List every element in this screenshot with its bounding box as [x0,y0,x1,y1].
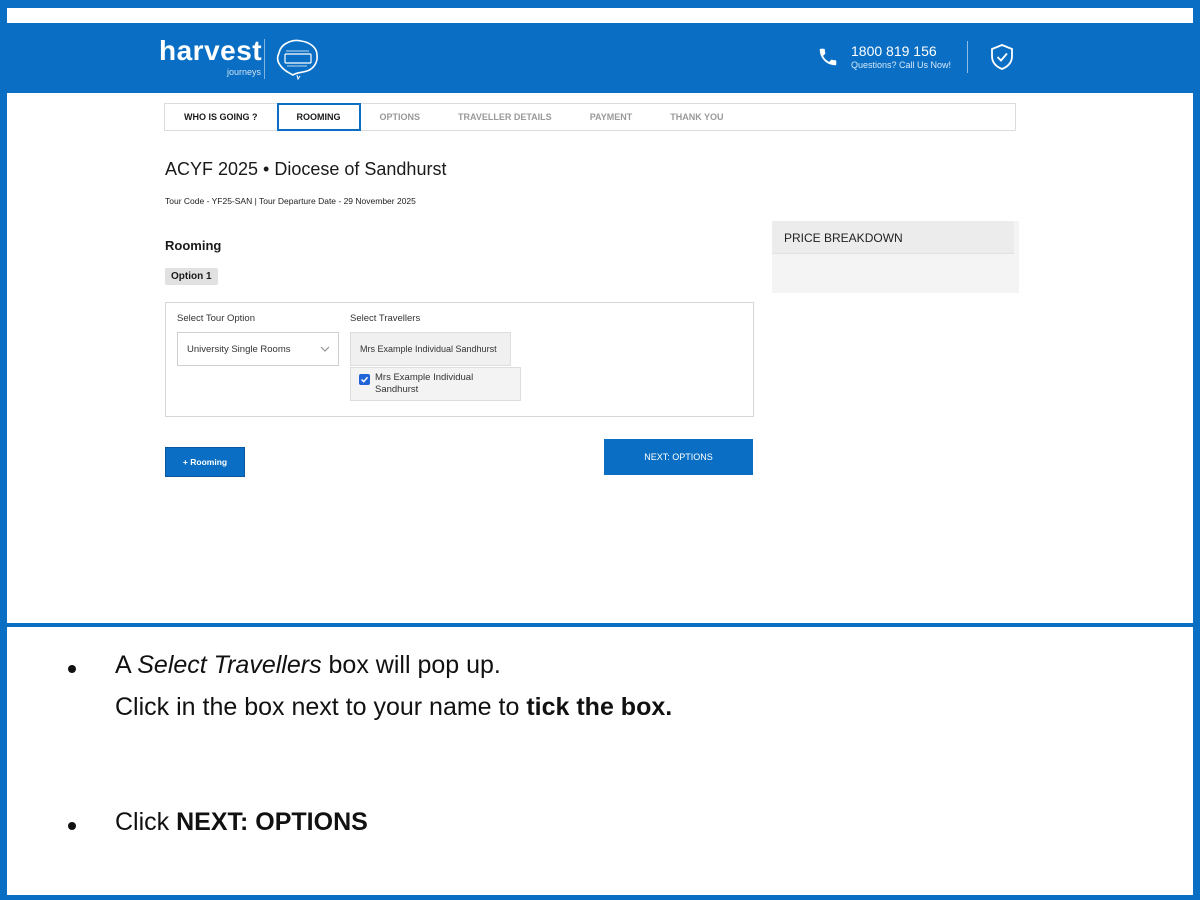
instruction-line-3: Click NEXT: OPTIONS [115,808,368,837]
traveller-option-name[interactable]: Mrs Example Individual Sandhurst [375,372,505,396]
option-badge: Option 1 [165,268,218,285]
logo-subtext: journeys [227,67,262,77]
step-payment[interactable]: PAYMENT [571,104,652,130]
bullet-2 [68,822,76,830]
instruction-line-1: A Select Travellers box will pop up. [115,651,501,680]
instruction-1a: A [115,651,138,679]
step-who-is-going[interactable]: WHO IS GOING ? [165,104,277,130]
phone-contact[interactable]: 1800 819 156 Questions? Call Us Now! [817,43,951,71]
step-rooming[interactable]: ROOMING [276,103,361,131]
traveller-checkbox[interactable] [359,374,370,385]
travellers-select[interactable]: Mrs Example Individual Sandhurst [350,332,511,366]
chevron-down-icon [320,346,330,352]
rooming-heading: Rooming [165,238,222,253]
phone-icon [819,48,837,66]
instruction-1-em: Select Travellers [137,651,322,679]
tour-option-label: Select Tour Option [177,313,255,324]
step-thank-you[interactable]: THANK YOU [651,104,742,130]
travellers-label: Select Travellers [350,313,421,324]
rooming-option-panel: Select Tour Option University Single Roo… [165,302,754,417]
frame-top-border [0,0,1200,8]
frame-bottom-border [0,895,1200,900]
booking-steps: WHO IS GOING ? ROOMING OPTIONS TRAVELLER… [164,103,1016,131]
price-breakdown-header: PRICE BREAKDOWN [772,221,1014,254]
tour-meta: Tour Code - YF25-SAN | Tour Departure Da… [165,196,416,206]
tour-option-value: University Single Rooms [187,344,291,355]
instruction-3a: Click [115,808,177,836]
price-breakdown-panel: PRICE BREAKDOWN [772,221,1019,293]
price-breakdown-title: PRICE BREAKDOWN [784,231,903,245]
phone-number: 1800 819 156 [851,43,937,59]
tour-title: ACYF 2025 • Diocese of Sandhurst [165,159,447,179]
header-divider [967,41,968,73]
site-header: harvest journeys 1800 819 156 Questions?… [7,23,1193,93]
checkmark-icon [360,376,369,383]
logo-divider [264,39,265,79]
step-options[interactable]: OPTIONS [361,104,440,130]
bullet-1 [68,665,76,673]
instruction-3-strong: NEXT: OPTIONS [176,808,368,836]
travellers-value: Mrs Example Individual Sandhurst [360,344,497,354]
travellers-dropdown: Mrs Example Individual Sandhurst [350,367,521,401]
shield-check-icon[interactable] [989,43,1015,71]
tour-option-select[interactable]: University Single Rooms [177,332,339,366]
back-rooming-button[interactable]: + Rooming [165,447,245,477]
instruction-2-strong: tick the box. [526,693,673,721]
booking-screenshot: harvest journeys 1800 819 156 Questions?… [7,8,1193,623]
instruction-2a: Click in the box next to your name to [115,693,527,721]
next-options-button[interactable]: NEXT: OPTIONS [604,439,753,475]
instruction-line-2: Click in the box next to your name to ti… [115,693,672,722]
instructions: A Select Travellers box will pop up. Cli… [0,627,1200,895]
instruction-1b: box will pop up. [321,651,501,679]
festival-badge-icon [276,39,318,81]
phone-subtext: Questions? Call Us Now! [851,60,952,70]
step-traveller-details[interactable]: TRAVELLER DETAILS [439,104,571,130]
harvest-logo[interactable]: harvest journeys [159,35,318,83]
logo-word: harvest [159,35,263,66]
